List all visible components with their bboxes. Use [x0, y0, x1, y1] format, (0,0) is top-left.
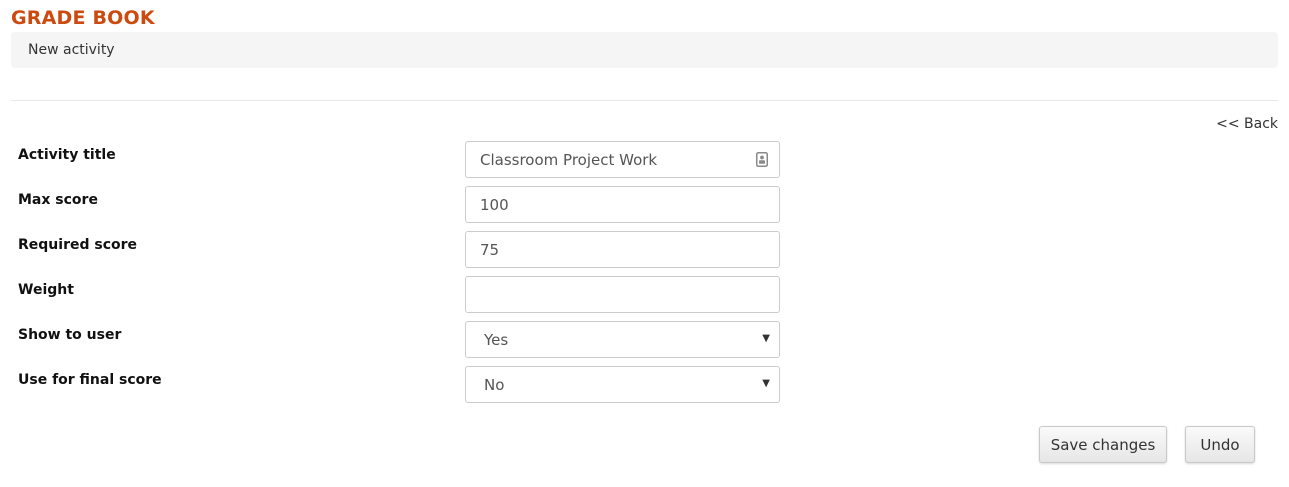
back-link[interactable]: << Back: [1216, 116, 1278, 132]
chevron-down-icon: ▼: [762, 378, 770, 389]
undo-button[interactable]: Undo: [1185, 426, 1255, 463]
contact-card-icon[interactable]: [756, 152, 768, 167]
show-to-user-value: Yes: [484, 331, 509, 349]
activity-title-row: Activity title: [0, 141, 1289, 178]
required-score-row: Required score: [0, 231, 1289, 268]
activity-title-label: Activity title: [18, 147, 116, 163]
required-score-label: Required score: [18, 237, 138, 253]
divider: [11, 100, 1278, 101]
breadcrumb-current: New activity: [28, 42, 115, 58]
max-score-input[interactable]: [465, 186, 780, 223]
max-score-label: Max score: [18, 192, 98, 208]
max-score-row: Max score: [0, 186, 1289, 223]
chevron-down-icon: ▼: [762, 333, 770, 344]
use-for-final-score-label: Use for final score: [18, 372, 162, 388]
save-changes-button[interactable]: Save changes: [1039, 426, 1167, 463]
show-to-user-label: Show to user: [18, 327, 122, 343]
use-for-final-score-select[interactable]: No ▼: [465, 366, 780, 403]
show-to-user-row: Show to user Yes ▼: [0, 321, 1289, 358]
use-for-final-score-value: No: [484, 376, 505, 394]
use-for-final-score-row: Use for final score No ▼: [0, 366, 1289, 403]
page-title: GRADE BOOK: [11, 7, 155, 29]
weight-input[interactable]: [465, 276, 780, 313]
weight-label: Weight: [18, 282, 74, 298]
required-score-input[interactable]: [465, 231, 780, 268]
activity-title-input[interactable]: [465, 141, 780, 178]
show-to-user-select[interactable]: Yes ▼: [465, 321, 780, 358]
breadcrumb: New activity: [11, 32, 1278, 68]
weight-row: Weight: [0, 276, 1289, 313]
